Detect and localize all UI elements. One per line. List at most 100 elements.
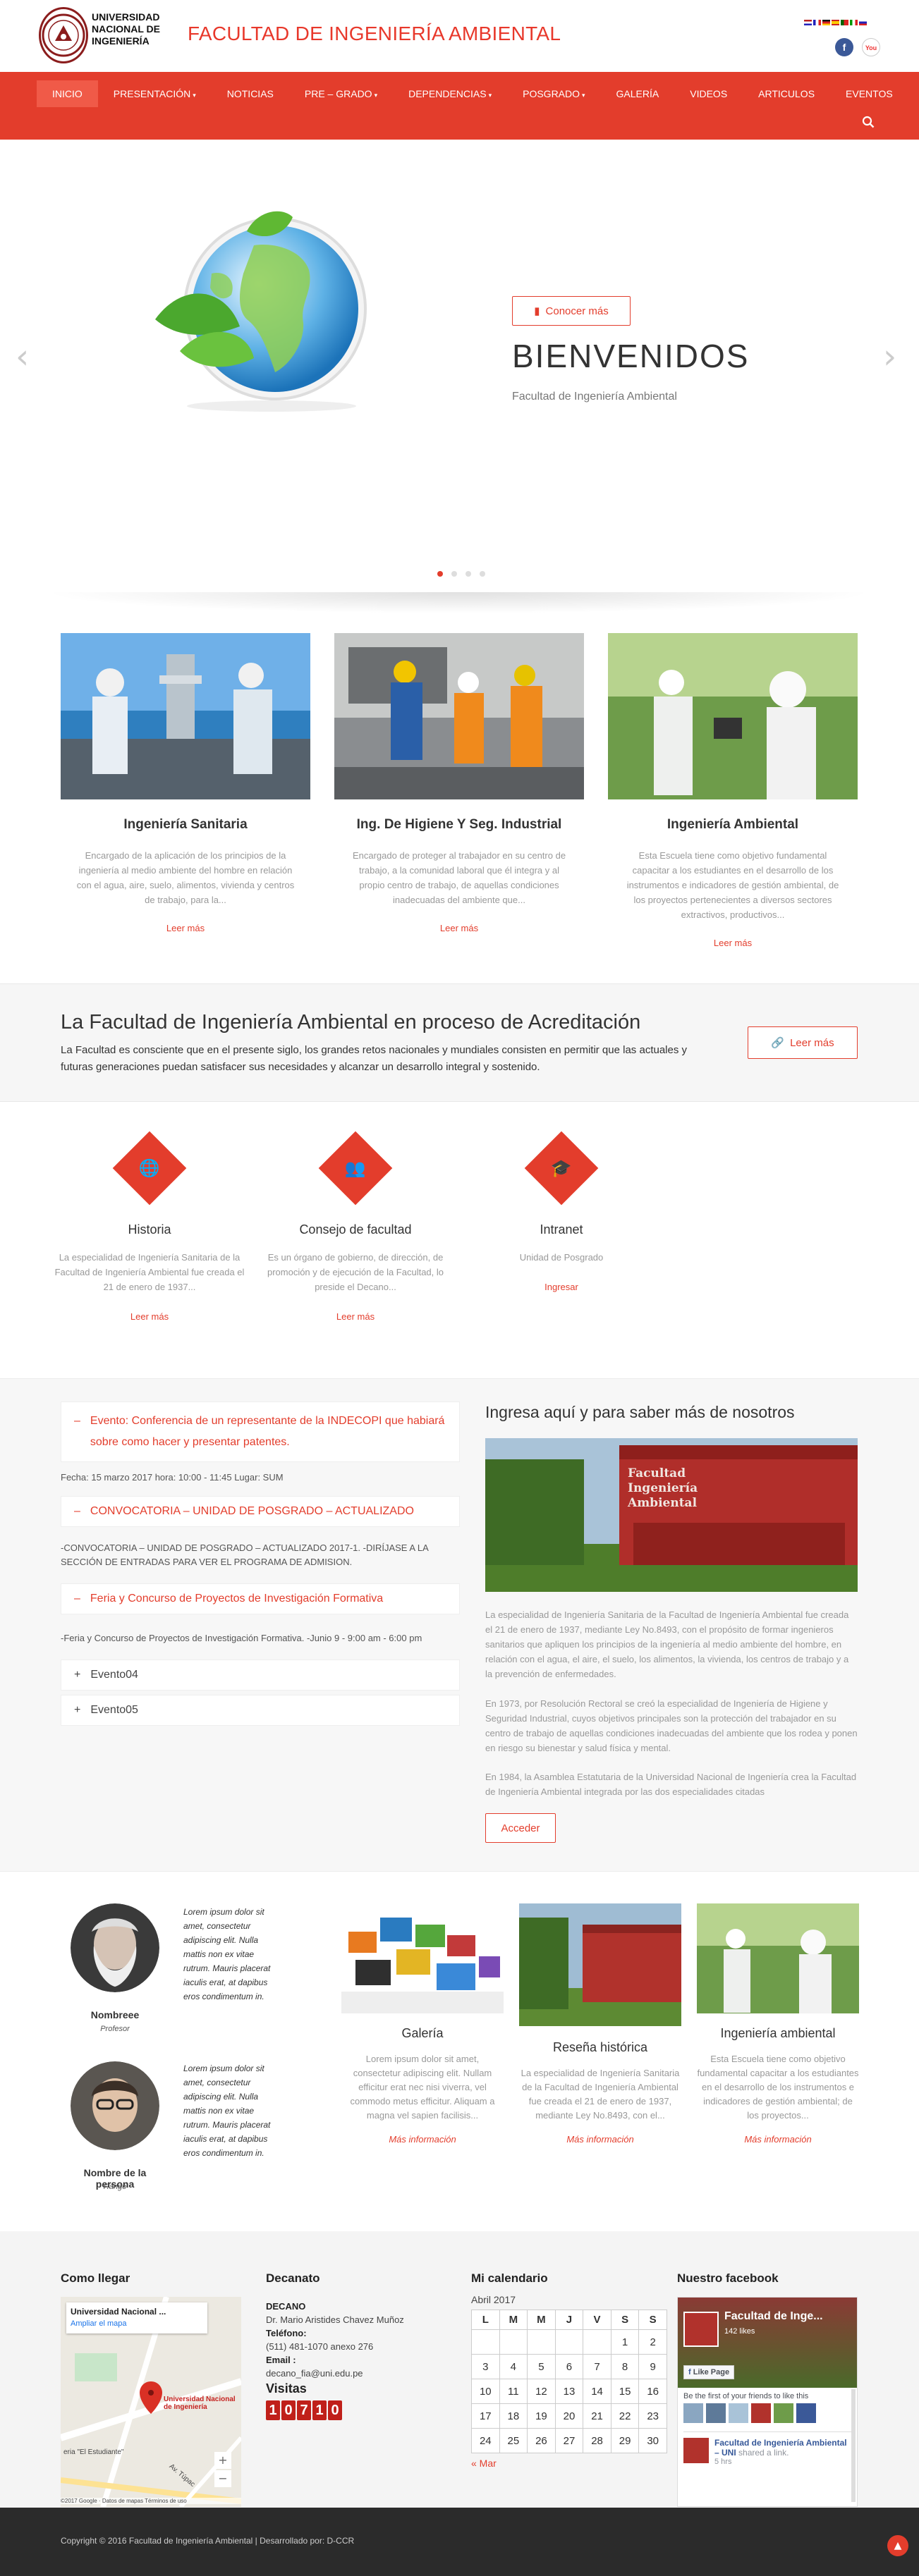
fb-scrollbar[interactable] xyxy=(851,2389,856,2502)
service-link[interactable]: Leer más xyxy=(44,1311,255,1322)
event-accordion-header[interactable]: + Evento04 xyxy=(61,1660,460,1691)
slider-prev-arrow-icon[interactable]: ‹ xyxy=(16,337,29,376)
flag-fr-icon[interactable] xyxy=(813,20,821,25)
calendar-day[interactable]: 30 xyxy=(638,2428,667,2453)
read-more-link[interactable]: Leer más xyxy=(61,923,310,933)
fb-friend-thumb[interactable] xyxy=(729,2403,748,2423)
calendar-day[interactable]: 18 xyxy=(499,2403,528,2429)
calendar-day[interactable]: 26 xyxy=(527,2428,556,2453)
environmental-feature-image[interactable] xyxy=(697,1903,859,2013)
feature-title[interactable]: Galería xyxy=(341,2026,504,2041)
feature-link[interactable]: Más información xyxy=(519,2134,681,2145)
calendar-day[interactable]: 3 xyxy=(471,2354,500,2379)
calendar-day[interactable]: 9 xyxy=(638,2354,667,2379)
accreditation-read-more-button[interactable]: 🔗 Leer más xyxy=(748,1026,858,1059)
calendar-day[interactable]: 28 xyxy=(583,2428,611,2453)
nav-item-pre-grado[interactable]: PRE – GRADO ▾ xyxy=(289,80,393,107)
calendar-day[interactable]: 25 xyxy=(499,2428,528,2453)
nav-item-videos[interactable]: VIDEOS xyxy=(674,80,743,107)
nav-item-galería[interactable]: GALERÍA xyxy=(601,80,675,107)
flag-de-icon[interactable] xyxy=(822,20,830,25)
calendar-day[interactable]: 24 xyxy=(471,2428,500,2453)
event-accordion-header[interactable]: – Evento: Conferencia de un representant… xyxy=(61,1402,460,1462)
team-avatar[interactable] xyxy=(71,2061,159,2150)
calendar-day[interactable]: 6 xyxy=(554,2354,584,2379)
calendar-day[interactable]: 15 xyxy=(610,2379,640,2404)
event-accordion-header[interactable]: – CONVOCATORIA – UNIDAD DE POSGRADO – AC… xyxy=(61,1496,460,1527)
school-title[interactable]: Ingeniería Sanitaria xyxy=(61,817,310,833)
calendar-day[interactable]: 13 xyxy=(554,2379,584,2404)
fb-friend-thumb[interactable] xyxy=(774,2403,793,2423)
slider-dot-3[interactable] xyxy=(465,571,471,577)
service-title[interactable]: Consejo de facultad xyxy=(250,1222,461,1237)
service-title[interactable]: Historia xyxy=(44,1222,255,1237)
calendar-day[interactable]: 27 xyxy=(554,2428,584,2453)
nav-item-inicio[interactable]: INICIO xyxy=(37,80,98,107)
calendar-day[interactable]: 11 xyxy=(499,2379,528,2404)
service-link[interactable]: Leer más xyxy=(250,1311,461,1322)
school-title[interactable]: Ingeniería Ambiental xyxy=(608,817,858,833)
industrial-safety-image[interactable] xyxy=(334,633,584,799)
calendar-day[interactable]: 2 xyxy=(638,2329,667,2355)
slider-dot-1[interactable] xyxy=(437,571,443,577)
calendar-day[interactable]: 7 xyxy=(583,2354,611,2379)
feature-title[interactable]: Reseña histórica xyxy=(519,2040,681,2055)
search-icon[interactable] xyxy=(862,116,875,132)
read-more-link[interactable]: Leer más xyxy=(334,923,584,933)
calendar-day[interactable]: 19 xyxy=(527,2403,556,2429)
email-address[interactable]: decano_fia@uni.edu.pe xyxy=(266,2367,404,2380)
fb-friend-thumb[interactable] xyxy=(683,2403,703,2423)
flag-ru-icon[interactable] xyxy=(859,20,867,25)
university-logo[interactable] xyxy=(39,7,88,63)
fb-friend-thumb[interactable] xyxy=(751,2403,771,2423)
team-avatar[interactable] xyxy=(71,1903,159,1992)
service-link[interactable]: Ingresar xyxy=(456,1282,667,1292)
fb-like-page-button[interactable]: f Like Page xyxy=(683,2365,735,2379)
sanitary-engineering-image[interactable] xyxy=(61,633,310,799)
nav-item-presentación[interactable]: PRESENTACIÓN ▾ xyxy=(98,80,212,107)
fb-friend-thumb[interactable] xyxy=(796,2403,816,2423)
calendar-day[interactable]: 21 xyxy=(583,2403,611,2429)
fb-page-name[interactable]: Facultad de Inge... xyxy=(724,2310,823,2323)
feature-title[interactable]: Ingeniería ambiental xyxy=(697,2026,859,2041)
calendar-day[interactable]: 4 xyxy=(499,2354,528,2379)
fb-page-avatar[interactable] xyxy=(683,2312,719,2347)
map-enlarge-link[interactable]: Ampliar el mapa xyxy=(71,2319,203,2328)
youtube-icon[interactable]: You xyxy=(862,38,880,56)
calendar-day[interactable]: 1 xyxy=(610,2329,640,2355)
slider-dot-2[interactable] xyxy=(451,571,457,577)
calendar-day[interactable]: 5 xyxy=(527,2354,556,2379)
calendar-day[interactable]: 29 xyxy=(610,2428,640,2453)
event-accordion-header[interactable]: – Feria y Concurso de Proyectos de Inves… xyxy=(61,1583,460,1614)
event-accordion-header[interactable]: + Evento05 xyxy=(61,1695,460,1726)
flag-es-icon[interactable] xyxy=(832,20,839,25)
gallery-image[interactable] xyxy=(341,1903,504,2013)
service-title[interactable]: Intranet xyxy=(456,1222,667,1237)
fb-friend-thumb[interactable] xyxy=(706,2403,726,2423)
flag-it-icon[interactable] xyxy=(850,20,858,25)
flag-en-icon[interactable] xyxy=(804,20,812,25)
map-zoom-in-button[interactable]: + xyxy=(214,2452,231,2469)
calendar-day[interactable]: 20 xyxy=(554,2403,584,2429)
nav-item-posgrado[interactable]: POSGRADO ▾ xyxy=(507,80,600,107)
back-to-top-button[interactable]: ▲ xyxy=(887,2535,908,2556)
calendar-day[interactable]: 23 xyxy=(638,2403,667,2429)
nav-item-dependencias[interactable]: DEPENDENCIAS ▾ xyxy=(393,80,507,107)
faculty-title[interactable]: FACULTAD DE INGENIERÍA AMBIENTAL xyxy=(188,23,561,45)
calendar-day[interactable]: 10 xyxy=(471,2379,500,2404)
school-title[interactable]: Ing. De Higiene Y Seg. Industrial xyxy=(334,817,584,833)
calendar-day[interactable]: 16 xyxy=(638,2379,667,2404)
about-access-button[interactable]: Acceder xyxy=(485,1813,556,1843)
calendar-day[interactable]: 17 xyxy=(471,2403,500,2429)
facebook-icon[interactable]: f xyxy=(835,38,853,56)
slider-next-arrow-icon[interactable]: › xyxy=(883,337,896,376)
calendar-day[interactable]: 12 xyxy=(527,2379,556,2404)
feature-link[interactable]: Más información xyxy=(697,2134,859,2145)
slider-dot-4[interactable] xyxy=(480,571,485,577)
nav-item-noticias[interactable]: NOTICIAS xyxy=(212,80,289,107)
hero-cta-button[interactable]: ▮ Conocer más xyxy=(512,296,631,326)
nav-item-articulos[interactable]: ARTICULOS xyxy=(743,80,830,107)
read-more-link[interactable]: Leer más xyxy=(608,938,858,948)
flag-pt-icon[interactable] xyxy=(841,20,848,25)
feature-link[interactable]: Más información xyxy=(341,2134,504,2145)
